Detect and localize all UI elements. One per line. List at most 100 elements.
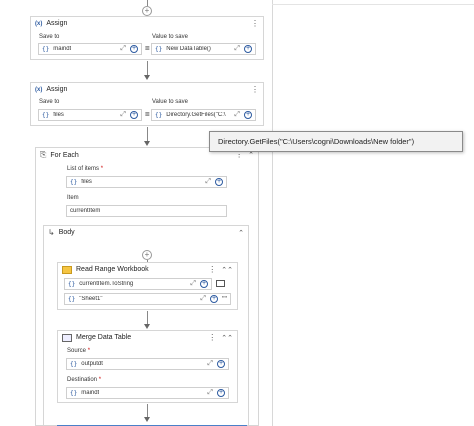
expand-icon[interactable]: ⤢ [200,295,206,303]
expand-icon[interactable]: ⤢ [205,178,211,186]
foreach-item-value: currentItem [70,208,101,214]
expression-icon: {} [70,389,78,397]
read-range-path-field[interactable]: {} currentItem.ToString ⤢ + [64,278,212,290]
foreach-item-label: Item [67,195,79,201]
assign-2-value-label: Value to save [152,99,188,105]
connector-3 [147,311,148,325]
merge-source-label: Source * [67,348,91,354]
expression-icon: {} [68,295,76,303]
add-activity-body-button[interactable]: + [142,250,152,260]
merge-destination-field[interactable]: {} maindt ⤢ + [66,387,229,399]
expand-icon[interactable]: ⤢ [207,389,213,397]
expression-icon: {} [70,360,78,368]
foreach-item-field[interactable]: currentItem [66,205,227,217]
add-variable-icon[interactable]: + [200,280,208,288]
pane-top-border [272,4,474,5]
assign-1-menu-icon[interactable]: ⋮ [251,19,259,28]
read-range-collapse-icon[interactable]: ⌃⌃ [221,266,233,274]
foreach-icon: ⎘ [40,150,47,159]
add-variable-icon[interactable]: + [217,360,225,368]
assign-1-save-to-label: Save to [39,34,60,40]
merge-source-field[interactable]: {} outputdt ⤢ + [66,358,229,370]
body-collapse-icon[interactable]: ⌃ [238,229,244,237]
assign-2-title: Assign [46,86,68,93]
assign-2-value: Directory.GetFiles("C:\ [166,112,226,118]
expression-icon: {} [42,111,50,119]
assign-icon: (x) [35,86,43,93]
add-activity-top-button[interactable]: + [142,6,152,16]
connector-2 [147,127,148,142]
read-range-header: Read Range Workbook ⋮ ⌃⌃ [58,263,237,276]
assign-1-header: (x) Assign ⋮ [31,17,263,30]
add-variable-icon[interactable]: + [244,111,252,119]
add-variable-icon[interactable]: + [215,178,223,186]
assign-2-menu-icon[interactable]: ⋮ [251,85,259,94]
designer-canvas: + (x) Assign ⋮ Save to Value to save {} … [0,0,474,426]
expand-icon[interactable]: ⤢ [234,111,240,119]
merge-title: Merge Data Table [76,334,132,341]
read-range-sheet-value: "Sheet1" [79,296,103,302]
assign-1-title: Assign [46,20,68,27]
add-variable-icon[interactable]: + [130,111,138,119]
expand-icon[interactable]: ⤢ [234,45,240,53]
arrow-down-icon [144,75,150,80]
merge-header: Merge Data Table ⋮ ⌃⌃ [58,331,237,344]
expand-icon[interactable]: ⤢ [120,45,126,53]
body-title: Body [58,229,75,236]
expression-tooltip: Directory.GetFiles("C:\Users\cogni\Downl… [209,131,463,152]
foreach-list-value: files [81,179,92,185]
folder-icon[interactable] [216,280,225,287]
excel-workbook-icon [62,265,72,274]
read-range-sheet-field[interactable]: {} "Sheet1" ⤢ + "" [64,293,231,305]
arrow-down-icon [144,141,150,146]
assign-1-value-field[interactable]: {} New DataTable() ⤢ + [151,43,256,55]
assign-1-save-to-value: maindt [53,46,72,52]
assign-1-equals: = [145,44,150,53]
foreach-title: For Each [50,151,79,159]
string-quotes-icon[interactable]: "" [222,296,227,303]
foreach-list-field[interactable]: {} files ⤢ + [66,176,227,188]
merge-destination-label: Destination * [67,377,102,383]
expression-icon: {} [155,45,163,53]
foreach-list-label: List of items * [67,166,104,172]
expression-icon: {} [42,45,50,53]
merge-table-icon [62,333,72,342]
add-variable-icon[interactable]: + [244,45,252,53]
connector-top [147,0,148,6]
merge-collapse-icon[interactable]: ⌃⌃ [221,334,233,342]
assign-2-save-to-field[interactable]: {} files ⤢ + [38,109,142,121]
assign-2-save-to-value: files [53,112,64,118]
expand-icon[interactable]: ⤢ [190,280,196,288]
merge-menu-icon[interactable]: ⋮ [208,333,216,342]
read-range-title: Read Range Workbook [76,266,149,273]
expression-icon: {} [155,111,163,119]
assign-2-equals: = [145,110,150,119]
assign-2-value-field[interactable]: {} Directory.GetFiles("C:\ ⤢ + [151,109,256,121]
foreach-menu-icon[interactable]: ⋮ [235,151,243,159]
connector-4 [147,404,148,418]
merge-source-value: outputdt [81,361,103,367]
read-range-path-value: currentItem.ToString [79,281,134,287]
expand-icon[interactable]: ⤢ [207,360,213,368]
assign-1-value: New DataTable() [166,46,211,52]
assign-1-save-to-field[interactable]: {} maindt ⤢ + [38,43,142,55]
assign-2-header: (x) Assign ⋮ [31,83,263,96]
arrow-down-icon [144,324,150,329]
body-icon: ↳ [48,228,55,237]
pane-divider [272,0,273,426]
arrow-down-icon [144,417,150,422]
expression-icon: {} [70,178,78,186]
connector-1 [147,61,148,76]
read-range-menu-icon[interactable]: ⋮ [208,265,216,274]
expand-icon[interactable]: ⤢ [120,111,126,119]
expression-icon: {} [68,280,76,288]
add-variable-icon[interactable]: + [130,45,138,53]
assign-icon: (x) [35,20,43,27]
merge-destination-value: maindt [81,390,100,396]
add-variable-icon[interactable]: + [210,295,219,303]
add-variable-icon[interactable]: + [217,389,225,397]
foreach-collapse-icon[interactable]: ⌃ [248,151,254,159]
body-header: ↳ Body ⌃ [44,226,248,239]
assign-1-value-label: Value to save [152,34,188,40]
assign-2-save-to-label: Save to [39,99,60,105]
